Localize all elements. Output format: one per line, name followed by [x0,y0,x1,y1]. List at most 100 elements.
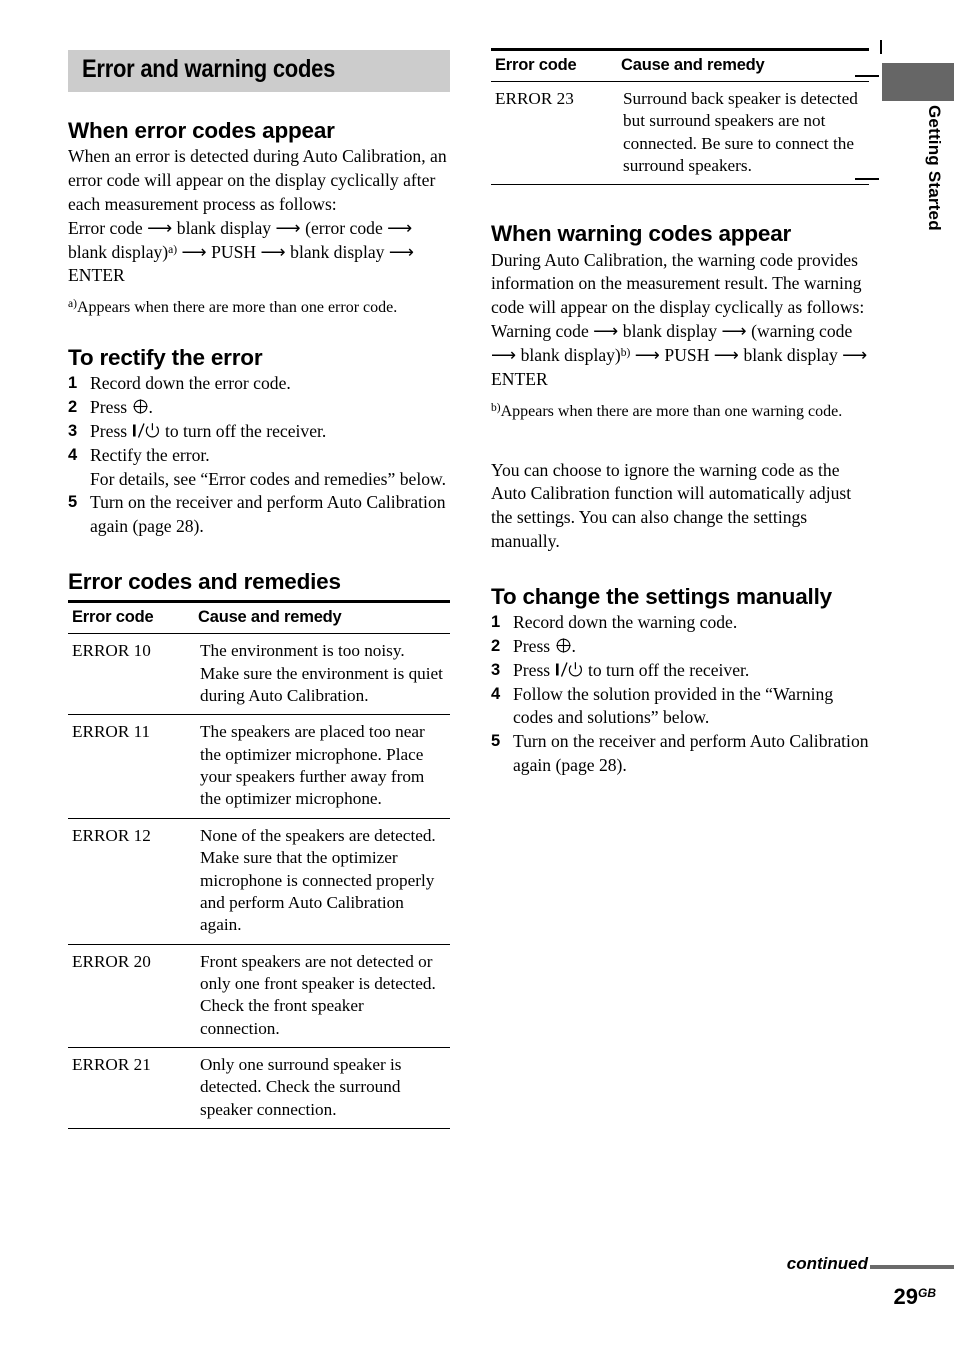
footnote-b: b)Appears when there are more than one w… [491,401,869,423]
cell-cause-remedy: The speakers are placed too near the opt… [194,714,450,819]
error-codes-table: Error code Cause and remedy ERROR 10 The… [68,600,450,1130]
flow-step-1: Error code [68,217,143,238]
footnote-ref-a: a) [168,243,178,256]
step-item: 5 Turn on the receiver and perform Auto … [68,491,450,539]
step-number: 1 [68,374,78,393]
column-header-cause-and-remedy: Cause and remedy [617,48,869,82]
left-column: When error codes appear When an error is… [68,118,450,1130]
column-header-error-code: Error code [491,48,617,82]
continued-label: continued [786,1254,868,1273]
para-when-warning-codes-appear: During Auto Calibration, the warning cod… [491,249,865,318]
heading-to-rectify-the-error: To rectify the error [68,345,263,371]
step-text-post: . [148,397,153,418]
cell-cause-remedy: None of the speakers are detected. Make … [194,818,450,945]
step-item: 1 Record down the warning code. [491,611,869,635]
step-item: 2 Press . [491,635,869,659]
page-number: 29GB [894,1284,936,1310]
footnote-a-text: Appears when there are more than one err… [76,299,398,317]
cell-error-code: ERROR 20 [68,944,194,1049]
arrow-icon: ⟶ [717,321,752,342]
step-text: Follow the solution provided in the “War… [513,683,834,728]
error-code-flow-sequence: Error code ⟶ blank display ⟶ (error code… [68,217,450,288]
step-item: 4 Follow the solution provided in the “W… [491,683,869,731]
heading-error-codes-and-remedies: Error codes and remedies [68,569,341,595]
enter-jog-icon [555,637,572,654]
flow-step-4: blank display) [520,344,621,365]
right-column: Error code Cause and remedy ERROR 23 Sur… [491,48,869,778]
arrow-icon: ⟶ [142,217,177,238]
flow-step-2: blank display [622,321,718,342]
step-text-post: . [571,635,576,656]
flow-step-3: (warning code [751,321,853,342]
para-ignore-warning-code: You can choose to ignore the warning cod… [491,459,852,552]
flow-step-6: blank display [290,241,385,262]
step-item: 4 Rectify the error. For details, see “E… [68,444,450,492]
footnote-a: a)Appears when there are more than one e… [68,297,450,319]
step-item: 1 Record down the error code. [68,372,450,396]
chapter-title-band: Error and warning codes [68,50,450,92]
arrow-icon: ⟶ [384,241,415,262]
footnote-marker-a: a) [68,298,77,311]
step-number: 2 [68,398,78,417]
step-item: 5 Turn on the receiver and perform Auto … [491,730,869,778]
steps-rectify-error: 1 Record down the error code. 2 Press . … [68,372,450,539]
crop-mark-top [880,40,882,54]
heading-when-error-codes-appear: When error codes appear [68,118,335,143]
cell-error-code: ERROR 12 [68,818,194,945]
cell-error-code: ERROR 23 [491,81,617,186]
arrow-icon: ⟶ [588,321,623,342]
flow-step-5: PUSH [664,344,710,365]
cell-error-code: ERROR 21 [68,1047,194,1130]
page-number-value: 29 [893,1284,918,1309]
arrow-icon: ⟶ [491,344,521,365]
flow-step-1: Warning code [491,321,589,342]
step-number: 3 [491,660,501,679]
table-header-row: Error code Cause and remedy [491,48,869,82]
power-standby-icon [555,661,584,678]
cell-error-code: ERROR 11 [68,714,194,819]
footnote-ref-b: b) [620,346,631,359]
cell-cause-remedy: Surround back speaker is detected but su… [617,81,869,186]
heading-when-warning-codes-appear: When warning codes appear [491,221,792,247]
step-text-pre: Press [90,397,132,418]
footer-rule [870,1265,954,1269]
footnote-marker-b: b) [491,401,501,414]
side-tab-label-wrap: Getting Started [914,105,954,295]
table-row: ERROR 11 The speakers are placed too nea… [68,714,450,819]
side-tab-label: Getting Started [925,105,944,231]
step-number: 1 [491,613,501,632]
warning-code-flow-sequence: Warning code ⟶ blank display ⟶ (warning … [491,320,869,391]
step-text-continued: For details, see “Error codes and remedi… [90,468,446,489]
flow-step-2: blank display [176,217,272,238]
step-text: Turn on the receiver and perform Auto Ca… [513,731,869,776]
step-text: Rectify the error. [90,444,210,465]
cell-cause-remedy: Front speakers are not detected or only … [194,944,450,1049]
arrow-icon: ⟶ [271,217,306,238]
step-number: 2 [491,636,501,655]
page-number-region: GB [918,1285,936,1300]
cell-cause-remedy: The environment is too noisy. Make sure … [194,633,450,716]
step-text: Record down the error code. [90,373,291,394]
step-number: 3 [68,421,78,440]
cell-error-code: ERROR 10 [68,633,194,716]
column-header-cause-and-remedy: Cause and remedy [194,600,450,635]
step-text-pre: Press [513,635,555,656]
enter-jog-icon [132,398,149,415]
arrow-icon: ⟶ [837,344,868,365]
flow-step-5: PUSH [211,241,257,262]
step-text: Turn on the receiver and perform Auto Ca… [90,492,446,537]
step-item: 3 Press to turn off the receiver. [491,659,869,683]
cell-cause-remedy: Only one surround speaker is detected. C… [194,1047,450,1130]
steps-change-settings: 1 Record down the warning code. 2 Press … [491,611,869,778]
arrow-icon: ⟶ [177,241,212,262]
arrow-icon: ⟶ [630,344,665,365]
power-standby-icon [132,422,161,439]
table-row: ERROR 10 The environment is too noisy. M… [68,633,450,716]
step-text-post: to turn off the receiver. [583,659,750,680]
table-header-row: Error code Cause and remedy [68,600,450,635]
step-item: 3 Press to turn off the receiver. [68,420,450,444]
step-text-pre: Press [90,420,132,441]
step-number: 4 [68,445,78,464]
error-codes-table-continued: Error code Cause and remedy ERROR 23 Sur… [491,48,869,186]
flow-step-7: ENTER [491,368,548,389]
